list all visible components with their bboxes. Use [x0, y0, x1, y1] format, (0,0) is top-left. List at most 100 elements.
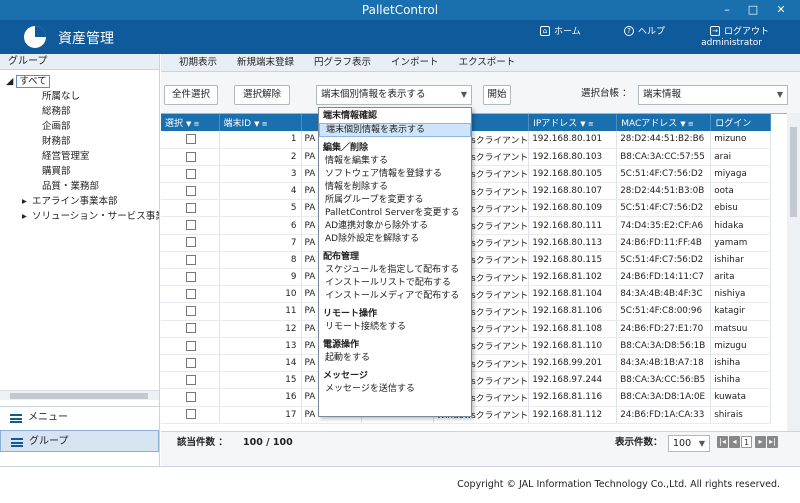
tree-root[interactable]: ◢ すべて — [0, 74, 159, 89]
row-checkbox[interactable] — [186, 340, 197, 351]
next-page-icon[interactable]: ▸ — [755, 436, 766, 448]
table-cell: 9 — [219, 268, 302, 287]
table-cell — [161, 302, 220, 321]
start-button[interactable]: 開始 — [483, 85, 511, 105]
row-checkbox[interactable] — [186, 151, 197, 162]
row-checkbox[interactable] — [186, 237, 197, 248]
row-checkbox[interactable] — [186, 392, 197, 403]
close-button[interactable]: ✕ — [770, 0, 792, 20]
logout-label: ログアウト — [724, 27, 770, 37]
maximize-button[interactable]: □ — [742, 0, 764, 20]
tree-item-expandable[interactable]: ▸ソリューション・サービス事業本部 — [0, 209, 159, 224]
row-checkbox[interactable] — [186, 220, 197, 231]
menu-item[interactable]: 起動をする — [319, 352, 471, 365]
menu-item[interactable]: インストールメディアで配布する — [319, 290, 471, 303]
table-cell — [161, 182, 220, 201]
row-checkbox[interactable] — [186, 168, 197, 179]
menu-item[interactable]: AD連携対象から除外する — [319, 220, 471, 233]
menu-item[interactable]: 情報を削除する — [319, 181, 471, 194]
minimize-button[interactable]: – — [716, 0, 738, 20]
column-header[interactable]: ログイン — [710, 114, 772, 131]
filter-icon[interactable]: ▼ ≡ — [254, 120, 267, 128]
tree-item[interactable]: 総務部 — [0, 104, 159, 119]
table-cell — [161, 371, 220, 390]
menu-export[interactable]: エクスポート — [449, 54, 526, 71]
select-all-button[interactable]: 全件選択 — [164, 85, 218, 105]
table-cell: 2 — [219, 148, 302, 166]
table-cell: mizuno — [710, 131, 772, 149]
row-checkbox[interactable] — [186, 323, 197, 334]
menu-item[interactable]: メッセージを送信する — [319, 383, 471, 396]
tree-item[interactable]: 品質・業務部 — [0, 179, 159, 194]
first-page-icon[interactable]: |◂ — [717, 436, 728, 448]
menu-import[interactable]: インポート — [381, 54, 449, 71]
tree-item-expandable[interactable]: ▸ エアライン事業本部 — [0, 194, 159, 209]
table-cell — [161, 131, 220, 149]
column-header[interactable]: 選択 ▼ ≡ — [161, 114, 220, 131]
filter-icon[interactable]: ▼ ≡ — [186, 120, 199, 128]
tree-item[interactable]: 企画部 — [0, 119, 159, 134]
menu-item[interactable]: 所属グループを変更する — [319, 194, 471, 207]
table-cell: 11 — [219, 302, 302, 321]
column-header[interactable]: 端末ID ▼ ≡ — [219, 114, 302, 131]
row-checkbox[interactable] — [186, 203, 197, 214]
filter-icon[interactable]: ▼ ≡ — [580, 120, 593, 128]
deselect-button[interactable]: 選択解除 — [234, 85, 290, 105]
logout-link[interactable]: → ログアウト — [710, 24, 769, 37]
menu-item[interactable]: スケジュールを指定して配布する — [319, 264, 471, 277]
menu-item[interactable]: 端末個別情報を表示する — [319, 123, 471, 137]
table-cell: 12 — [219, 320, 302, 338]
menu-item[interactable]: リモート接続をする — [319, 321, 471, 334]
menu-item[interactable]: インストールリストで配布する — [319, 277, 471, 290]
expand-arrow-icon[interactable]: ▸ — [22, 194, 32, 209]
row-checkbox[interactable] — [186, 134, 197, 145]
column-header[interactable]: IPアドレス ▼ ≡ — [528, 114, 618, 131]
menu-item[interactable]: ソフトウェア情報を登録する — [319, 168, 471, 181]
window-title: PalletControl — [361, 3, 439, 17]
row-checkbox[interactable] — [186, 409, 197, 420]
filter-icon[interactable]: ▼ ≡ — [680, 120, 693, 128]
tree-item[interactable]: 財務部 — [0, 134, 159, 149]
table-cell: arita — [710, 268, 772, 287]
table-cell: 84:3A:4B:4B:4F:3C — [616, 285, 712, 304]
page-number[interactable]: 1 — [741, 436, 752, 448]
prev-page-icon[interactable]: ◂ — [729, 436, 740, 448]
row-checkbox[interactable] — [186, 271, 197, 282]
action-select[interactable]: 端末個別情報を表示する ▼ — [316, 85, 472, 105]
tree-item[interactable]: 所属なし — [0, 89, 159, 104]
menu-initial-view[interactable]: 初期表示 — [169, 54, 227, 71]
sidebar-hscrollbar[interactable] — [0, 390, 159, 400]
menu-button[interactable]: メニュー — [0, 406, 159, 428]
row-checkbox[interactable] — [186, 306, 197, 317]
grid-vscrollbar[interactable] — [787, 113, 800, 431]
scrollbar-thumb[interactable] — [790, 127, 797, 217]
menu-pie-chart[interactable]: 円グラフ表示 — [304, 54, 381, 71]
tree-item[interactable]: 購買部 — [0, 164, 159, 179]
per-page-select[interactable]: 100 ▼ — [668, 435, 710, 452]
tree-root-label[interactable]: すべて — [16, 75, 50, 88]
menu-new-terminal[interactable]: 新規端末登録 — [227, 54, 304, 71]
group-button[interactable]: グループ — [0, 430, 159, 452]
collapse-arrow-icon[interactable]: ◢ — [6, 76, 13, 87]
row-checkbox[interactable] — [186, 254, 197, 265]
menu-item[interactable]: PalletControl Serverを変更する — [319, 207, 471, 220]
table-cell: 4 — [219, 182, 302, 201]
table-cell — [161, 148, 220, 166]
menu-item[interactable]: 情報を編集する — [319, 155, 471, 168]
ledger-select[interactable]: 端末情報 ▼ — [638, 85, 788, 105]
row-checkbox[interactable] — [186, 185, 197, 196]
column-header[interactable]: MACアドレス ▼ ≡ — [616, 114, 712, 131]
sidebar-title: グループ — [0, 54, 159, 70]
last-page-icon[interactable]: ▸| — [767, 436, 778, 448]
row-checkbox[interactable] — [186, 374, 197, 385]
menu-item[interactable]: AD除外設定を解除する — [319, 233, 471, 246]
chevron-down-icon: ▼ — [698, 439, 705, 448]
tree-item[interactable]: 経営管理室 — [0, 149, 159, 164]
home-link[interactable]: ⌂ ホーム — [540, 24, 581, 37]
help-link[interactable]: ? ヘルプ — [624, 24, 665, 37]
row-checkbox[interactable] — [186, 289, 197, 300]
column-header-label: MACアドレス — [621, 119, 678, 129]
scrollbar-thumb[interactable] — [10, 393, 148, 399]
row-checkbox[interactable] — [186, 357, 197, 368]
expand-arrow-icon[interactable]: ▸ — [22, 209, 32, 224]
